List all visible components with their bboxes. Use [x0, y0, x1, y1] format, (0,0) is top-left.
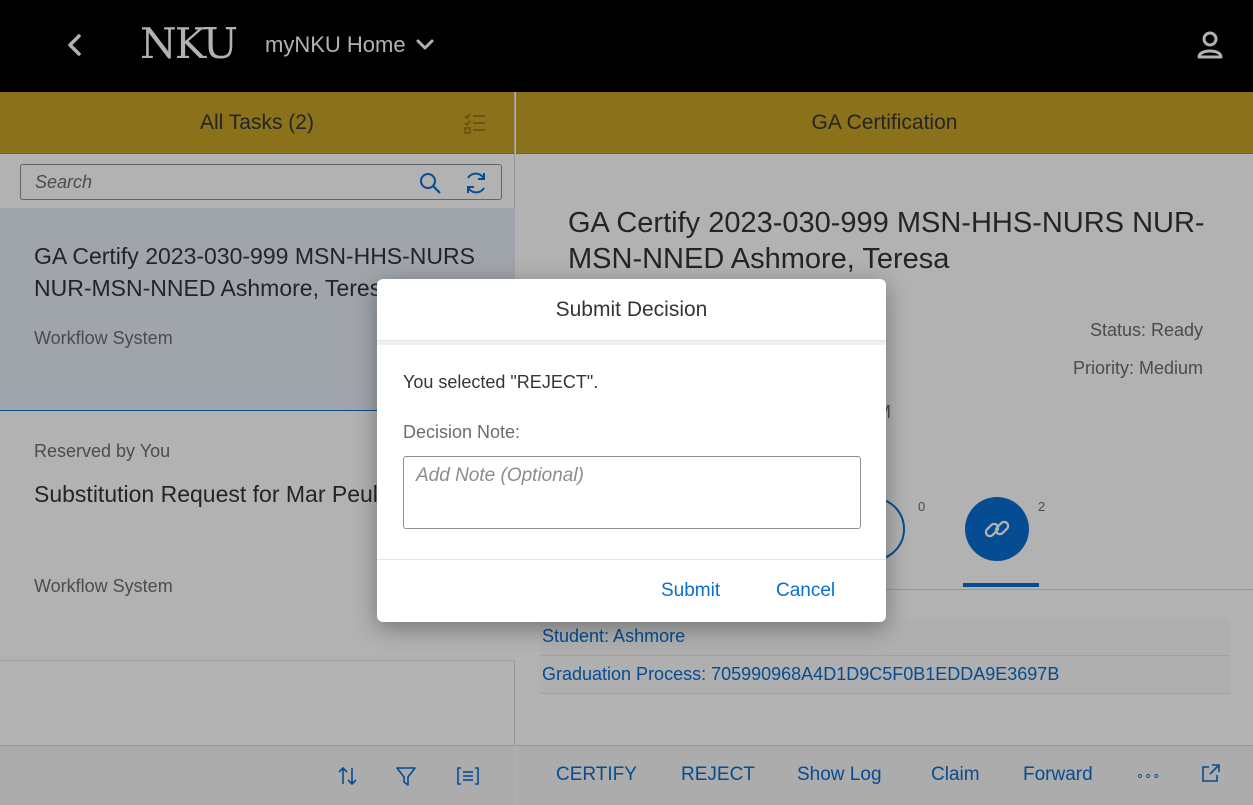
submit-decision-dialog: Submit Decision You selected "REJECT". D…	[377, 279, 886, 622]
dialog-title: Submit Decision	[377, 279, 886, 341]
submit-button[interactable]: Submit	[661, 580, 720, 602]
cancel-button[interactable]: Cancel	[776, 580, 835, 602]
decision-note-label: Decision Note:	[403, 422, 521, 442]
dialog-footer: Submit Cancel	[377, 559, 886, 622]
decision-note-input[interactable]	[403, 456, 861, 529]
dialog-message: You selected "REJECT".	[403, 372, 599, 392]
dialog-divider	[377, 341, 886, 345]
